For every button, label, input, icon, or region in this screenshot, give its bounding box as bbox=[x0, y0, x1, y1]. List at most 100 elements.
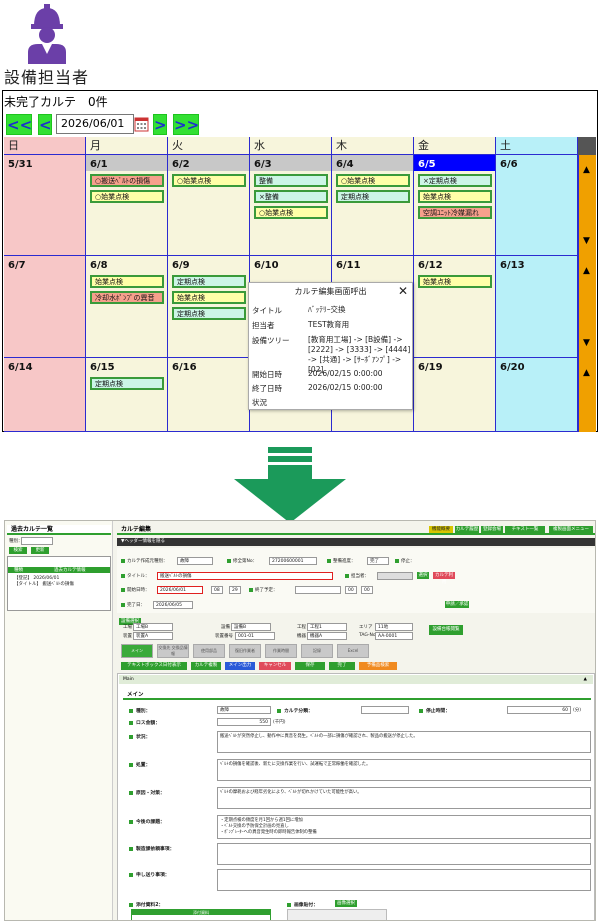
day-cell[interactable]: 6/3 整備 ×整備 ○始業点検 bbox=[250, 155, 332, 256]
karte-chip[interactable]: ○始業点検 bbox=[172, 174, 246, 187]
next-page-button[interactable]: > bbox=[153, 114, 167, 135]
text-date-button[interactable]: テキストボックス日付表示 bbox=[121, 662, 187, 670]
karte-no-field[interactable]: 27200600001 bbox=[269, 557, 317, 565]
scroll-up-icon[interactable]: ▲ bbox=[583, 368, 590, 378]
prev-page-button[interactable]: < bbox=[38, 114, 52, 135]
spare-search-button[interactable]: 予備品検索 bbox=[359, 662, 397, 670]
person-field[interactable] bbox=[377, 572, 413, 580]
day-cell[interactable]: 6/7 bbox=[4, 256, 86, 358]
tab-exchange[interactable]: 交換先 交換品情報 bbox=[157, 644, 189, 658]
tab-excel[interactable]: Excel bbox=[337, 644, 369, 658]
device-no-field[interactable]: 001-01 bbox=[235, 632, 275, 640]
karte-chip[interactable]: 始業点検 bbox=[172, 291, 246, 304]
search-button[interactable]: 検索 bbox=[9, 547, 27, 554]
karte-chip[interactable]: 定期点検 bbox=[336, 190, 410, 203]
day-cell[interactable]: 6/19 bbox=[414, 358, 496, 432]
equip-field[interactable]: 設備B bbox=[231, 623, 271, 631]
scroll-up-icon[interactable]: ▲ bbox=[583, 165, 590, 175]
state-textarea[interactable]: 搬送ﾍﾞﾙﾄが突然停止し、動作中に異音を発生。ﾍﾞﾙﾄの一部に損傷が確認され、製… bbox=[217, 731, 591, 753]
end-date-field[interactable] bbox=[295, 586, 341, 594]
header-toggle[interactable]: ▼ヘッダー情報を隠る bbox=[117, 538, 595, 546]
karte-chip[interactable]: 定期点検 bbox=[172, 307, 246, 320]
list-item[interactable]: 【タイトル】 搬送ﾍﾞﾙﾄの損傷 bbox=[14, 581, 74, 587]
refresh-button[interactable]: 更新 bbox=[31, 547, 49, 554]
image-select-button[interactable]: 画像選択 bbox=[335, 900, 357, 907]
first-page-button[interactable]: << bbox=[6, 114, 32, 135]
main-output-button[interactable]: メイン出力 bbox=[225, 662, 255, 670]
day-cell[interactable]: 6/1 ○搬送ﾍﾞﾙﾄの損傷 ○始業点検 bbox=[86, 155, 168, 256]
tab-worktime[interactable]: 作業時間 bbox=[265, 644, 297, 658]
status-select[interactable]: 完了 bbox=[367, 557, 389, 565]
register-button[interactable]: 登録会場 bbox=[481, 526, 503, 533]
select-person-button[interactable]: 選択 bbox=[417, 572, 429, 579]
day-cell[interactable]: 6/5 ×定期点検 始業点検 空調ﾕﾆｯﾄ冷媒漏れ bbox=[414, 155, 496, 256]
start-hour-select[interactable]: 08 bbox=[211, 586, 223, 594]
week-scrollbar[interactable]: ▲▼ bbox=[578, 155, 596, 256]
day-cell[interactable]: 6/9 定期点検 始業点検 定期点検 bbox=[168, 256, 250, 358]
karte-chip[interactable]: ○始業点検 bbox=[336, 174, 410, 187]
scroll-down-icon[interactable]: ▼ bbox=[583, 338, 590, 348]
day-cell[interactable]: 6/16 bbox=[168, 358, 250, 432]
karte-chip[interactable]: 始業点検 bbox=[418, 275, 492, 288]
end-minute-select[interactable]: 00 bbox=[361, 586, 373, 594]
tab-record[interactable]: 記録 bbox=[301, 644, 333, 658]
day-cell[interactable]: 6/20 bbox=[496, 358, 578, 432]
copy-karte-button[interactable]: カルテ複製 bbox=[191, 662, 221, 670]
karte-chip[interactable]: 始業点検 bbox=[418, 190, 492, 203]
history-button[interactable]: カルテ履歴 bbox=[455, 526, 479, 533]
stop-time-field[interactable]: 60 bbox=[507, 706, 571, 714]
day-cell[interactable]: 6/4 ○始業点検 定期点検 bbox=[332, 155, 414, 256]
action-textarea[interactable]: ﾍﾞﾙﾄの損傷を確認後、新たに交換作業を行い、試運転で正常稼働を確認した。 bbox=[217, 759, 591, 781]
process-field[interactable]: 工程1 bbox=[307, 623, 347, 631]
karte-chip[interactable]: ○始業点検 bbox=[90, 190, 164, 203]
day-cell[interactable]: 5/31 bbox=[4, 155, 86, 256]
scroll-down-icon[interactable]: ▼ bbox=[583, 236, 590, 246]
title-field[interactable]: 搬送ﾍﾞﾙﾄの損傷 bbox=[157, 572, 333, 580]
cancel-button[interactable]: キャンセル bbox=[259, 662, 291, 670]
day-cell[interactable]: 6/8 始業点検 冷却水ﾎﾟﾝﾌﾟの異音 bbox=[86, 256, 168, 358]
class-select[interactable] bbox=[361, 706, 409, 714]
start-date-field[interactable]: 2026/06/01 bbox=[157, 586, 203, 594]
created-kind-field[interactable]: 故障 bbox=[177, 557, 213, 565]
tag-field[interactable]: AA-0001 bbox=[375, 632, 413, 640]
karte-chip[interactable]: ○始業点検 bbox=[254, 206, 328, 219]
karte-chip[interactable]: 整備 bbox=[254, 174, 328, 187]
image-area[interactable] bbox=[287, 909, 387, 920]
machine-field[interactable]: 機器A bbox=[307, 632, 347, 640]
karte-use-button[interactable]: カルテ利用 bbox=[433, 572, 455, 585]
date-input[interactable]: 2026/06/01 bbox=[56, 114, 134, 134]
day-cell[interactable]: 6/13 bbox=[496, 256, 578, 358]
cause-textarea[interactable]: ﾍﾞﾙﾄの摩耗および経年劣化により、ﾍﾞﾙﾄが切れかけていた可能性が高い。 bbox=[217, 787, 591, 809]
day-cell[interactable]: 6/6 bbox=[496, 155, 578, 256]
day-cell[interactable]: 6/12 始業点検 bbox=[414, 256, 496, 358]
apply-button[interactable]: 申請／承認 bbox=[445, 601, 469, 608]
memo-textarea[interactable] bbox=[217, 869, 591, 891]
loss-field[interactable]: 550 bbox=[217, 718, 271, 726]
scroll-up-icon[interactable]: ▲ bbox=[583, 266, 590, 276]
karte-chip[interactable]: 定期点検 bbox=[90, 377, 164, 390]
menu-button[interactable]: 複製画面メニュー bbox=[549, 526, 593, 533]
start-minute-select[interactable]: 29 bbox=[229, 586, 241, 594]
karte-chip[interactable]: 空調ﾕﾆｯﾄ冷媒漏れ bbox=[418, 206, 492, 219]
week-scrollbar[interactable]: ▲▼ bbox=[578, 358, 596, 432]
day-cell[interactable]: 6/2 ○始業点検 bbox=[168, 155, 250, 256]
overview-button[interactable]: 機能概要 bbox=[429, 526, 453, 533]
complete-button[interactable]: 完了 bbox=[329, 662, 355, 670]
end-hour-select[interactable]: 00 bbox=[345, 586, 357, 594]
tab-main[interactable]: メイン bbox=[121, 644, 153, 658]
week-scrollbar[interactable]: ▲▼ bbox=[578, 256, 596, 358]
karte-chip[interactable]: 冷却水ﾎﾟﾝﾌﾟの異音 bbox=[90, 291, 164, 304]
karte-chip[interactable]: ×整備 bbox=[254, 190, 328, 203]
future-textarea[interactable]: ・定期点検の頻度を月1回から週1回に増加 ・ﾍﾞﾙﾄ交換の予防保全計画の見直し … bbox=[217, 815, 591, 839]
kind-select[interactable]: 故障 bbox=[217, 706, 271, 714]
tab-workers[interactable]: 復旧作業者 bbox=[229, 644, 261, 658]
last-page-button[interactable]: >> bbox=[173, 114, 199, 135]
day-cell[interactable]: 6/14 bbox=[4, 358, 86, 432]
done-date-field[interactable]: 2026/06/05 bbox=[153, 601, 193, 609]
kind-filter-select[interactable] bbox=[21, 537, 53, 545]
calendar-icon[interactable] bbox=[134, 114, 149, 134]
device-field[interactable]: 装置A bbox=[133, 632, 173, 640]
karte-chip[interactable]: ○搬送ﾍﾞﾙﾄの損傷 bbox=[90, 174, 164, 187]
equipment-ledger-button[interactable]: 設備台帳閲覧 bbox=[429, 625, 463, 635]
tab-parts[interactable]: 使用部品 bbox=[193, 644, 225, 658]
